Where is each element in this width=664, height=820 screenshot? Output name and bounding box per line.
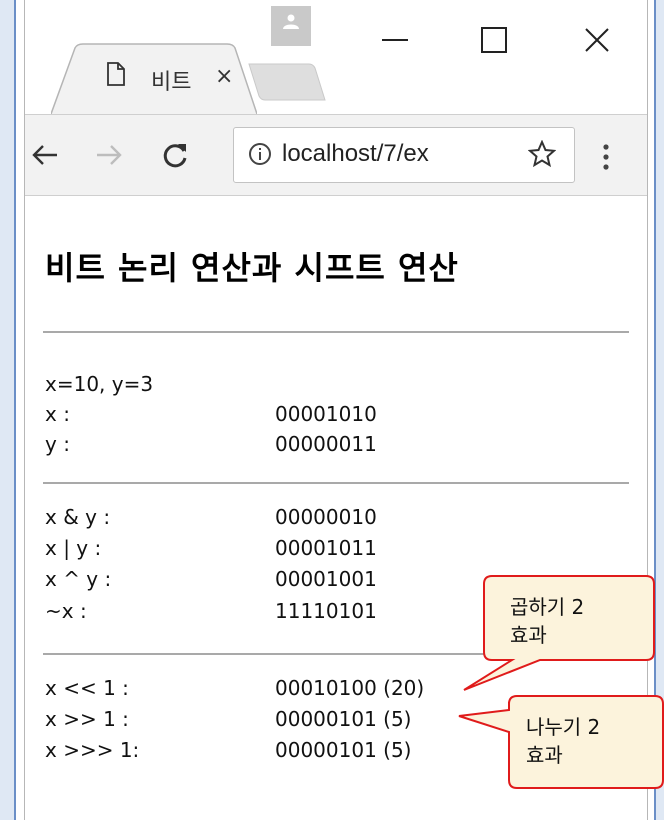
init-text: x=10, y=3 bbox=[45, 372, 154, 396]
document-icon bbox=[107, 62, 125, 86]
url-text[interactable]: localhost/7/ex bbox=[282, 140, 522, 168]
arrow-right-icon bbox=[97, 145, 122, 165]
maximize-button[interactable] bbox=[474, 20, 514, 60]
op-result: 11110101 bbox=[275, 599, 377, 623]
op-label: x >> 1 : bbox=[45, 707, 129, 731]
callout-multiply-line1: 곱하기 2 bbox=[510, 595, 585, 619]
op-label: x >>> 1: bbox=[45, 738, 140, 762]
callout-divide-line1: 나누기 2 bbox=[526, 715, 601, 739]
op-result: 00010100 (20) bbox=[275, 676, 425, 700]
value-binary: 00001010 bbox=[275, 402, 377, 426]
tab-active[interactable]: 비트 × bbox=[51, 42, 257, 114]
op-result: 00000010 bbox=[275, 505, 377, 529]
title-bar: 비트 × bbox=[25, 0, 647, 115]
address-bar[interactable]: localhost/7/ex bbox=[233, 127, 575, 183]
value-binary: 00000011 bbox=[275, 432, 377, 456]
back-button[interactable] bbox=[25, 135, 65, 175]
person-icon bbox=[283, 14, 299, 29]
op-label: x | y : bbox=[45, 536, 102, 560]
op-result: 00000101 (5) bbox=[275, 738, 412, 762]
value-label: y : bbox=[45, 432, 70, 456]
op-label: x << 1 : bbox=[45, 676, 129, 700]
op-result: 00000101 (5) bbox=[275, 707, 412, 731]
menu-button[interactable] bbox=[591, 139, 621, 175]
tab-title: 비트 bbox=[151, 70, 192, 95]
new-tab-button[interactable] bbox=[247, 62, 327, 102]
maximize-icon bbox=[481, 27, 507, 53]
desktop-frame-left bbox=[0, 0, 16, 820]
kebab-menu-icon bbox=[603, 144, 609, 170]
op-label: x & y : bbox=[45, 505, 111, 529]
callout-multiply-text: 곱하기 2 효과 bbox=[510, 593, 584, 649]
forward-button[interactable] bbox=[89, 135, 129, 175]
minimize-button[interactable] bbox=[375, 20, 415, 60]
callout-divide-line2: 효과 bbox=[526, 743, 563, 767]
close-window-button[interactable] bbox=[577, 20, 617, 60]
op-result: 00001011 bbox=[275, 536, 377, 560]
op-label: ~x : bbox=[45, 599, 87, 623]
op-label: x ^ y : bbox=[45, 567, 112, 591]
close-icon bbox=[585, 28, 609, 52]
profile-avatar[interactable] bbox=[271, 6, 311, 46]
star-icon[interactable] bbox=[528, 140, 556, 168]
arrow-left-icon bbox=[32, 145, 57, 165]
tab-close-button[interactable]: × bbox=[215, 64, 233, 89]
reload-icon bbox=[163, 144, 187, 168]
callout-multiply-line2: 효과 bbox=[510, 623, 547, 647]
value-label: x : bbox=[45, 402, 70, 426]
minimize-icon bbox=[382, 39, 408, 41]
op-result: 00001001 bbox=[275, 567, 377, 591]
reload-button[interactable] bbox=[155, 135, 195, 175]
divider bbox=[43, 482, 629, 484]
divider bbox=[43, 331, 629, 333]
browser-toolbar: localhost/7/ex bbox=[25, 114, 647, 196]
page-title: 비트 논리 연산과 시프트 연산 bbox=[45, 249, 459, 287]
callout-divide-text: 나누기 2 효과 bbox=[526, 713, 600, 769]
info-icon[interactable] bbox=[248, 142, 272, 166]
